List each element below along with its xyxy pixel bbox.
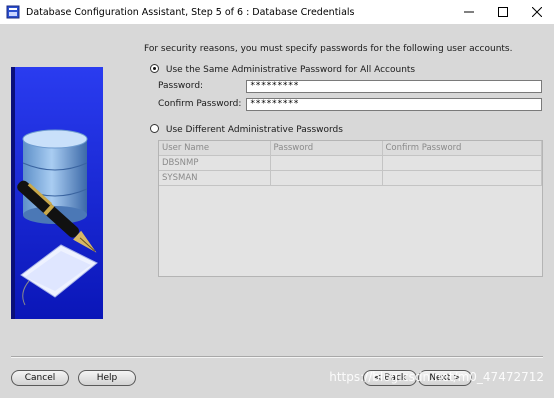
confirm-password-cell: [382, 155, 542, 171]
close-button[interactable]: [520, 0, 554, 24]
window-title: Database Configuration Assistant, Step 5…: [26, 6, 355, 18]
footer-separator: [11, 356, 543, 358]
close-icon: [532, 7, 542, 17]
help-button[interactable]: Help: [78, 370, 136, 386]
table-row: SYSMAN: [159, 170, 542, 186]
column-header-password: Password: [270, 141, 383, 156]
radio-unselected-icon[interactable]: [150, 124, 159, 133]
title-bar: Database Configuration Assistant, Step 5…: [0, 0, 554, 25]
different-password-label: Use Different Administrative Passwords: [165, 125, 343, 135]
password-label: Password:: [158, 81, 204, 91]
next-button[interactable]: Next >: [418, 370, 472, 386]
confirm-password-cell: [382, 170, 542, 186]
back-button[interactable]: < Back: [363, 370, 417, 386]
user-name-cell: SYSMAN: [159, 170, 271, 186]
password-field[interactable]: *********: [246, 80, 542, 93]
minimize-button[interactable]: [452, 0, 486, 24]
minimize-icon: [464, 11, 474, 13]
confirm-password-label: Confirm Password:: [158, 99, 242, 109]
table-header-row: User Name Password Confirm Password: [159, 141, 542, 156]
database-pen-illustration: [11, 67, 103, 319]
window-controls: [452, 0, 554, 24]
maximize-button[interactable]: [486, 0, 520, 24]
password-cell: [270, 155, 383, 171]
app-icon: [6, 5, 20, 19]
column-header-user-name: User Name: [159, 141, 271, 156]
different-password-option[interactable]: Use Different Administrative Passwords: [150, 124, 343, 135]
cancel-button[interactable]: Cancel: [11, 370, 69, 386]
table-row: DBSNMP: [159, 155, 542, 171]
radio-selected-icon[interactable]: [150, 64, 159, 73]
user-name-cell: DBSNMP: [159, 155, 271, 171]
confirm-password-field[interactable]: *********: [246, 98, 542, 111]
wizard-body: For security reasons, you must specify p…: [0, 24, 554, 398]
maximize-icon: [498, 7, 508, 17]
same-password-option[interactable]: Use the Same Administrative Password for…: [150, 64, 415, 75]
intro-text: For security reasons, you must specify p…: [144, 44, 513, 54]
user-password-table: User Name Password Confirm Password DBSN…: [158, 140, 543, 277]
same-password-label: Use the Same Administrative Password for…: [165, 65, 416, 75]
column-header-confirm-password: Confirm Password: [382, 141, 542, 156]
password-cell: [270, 170, 383, 186]
